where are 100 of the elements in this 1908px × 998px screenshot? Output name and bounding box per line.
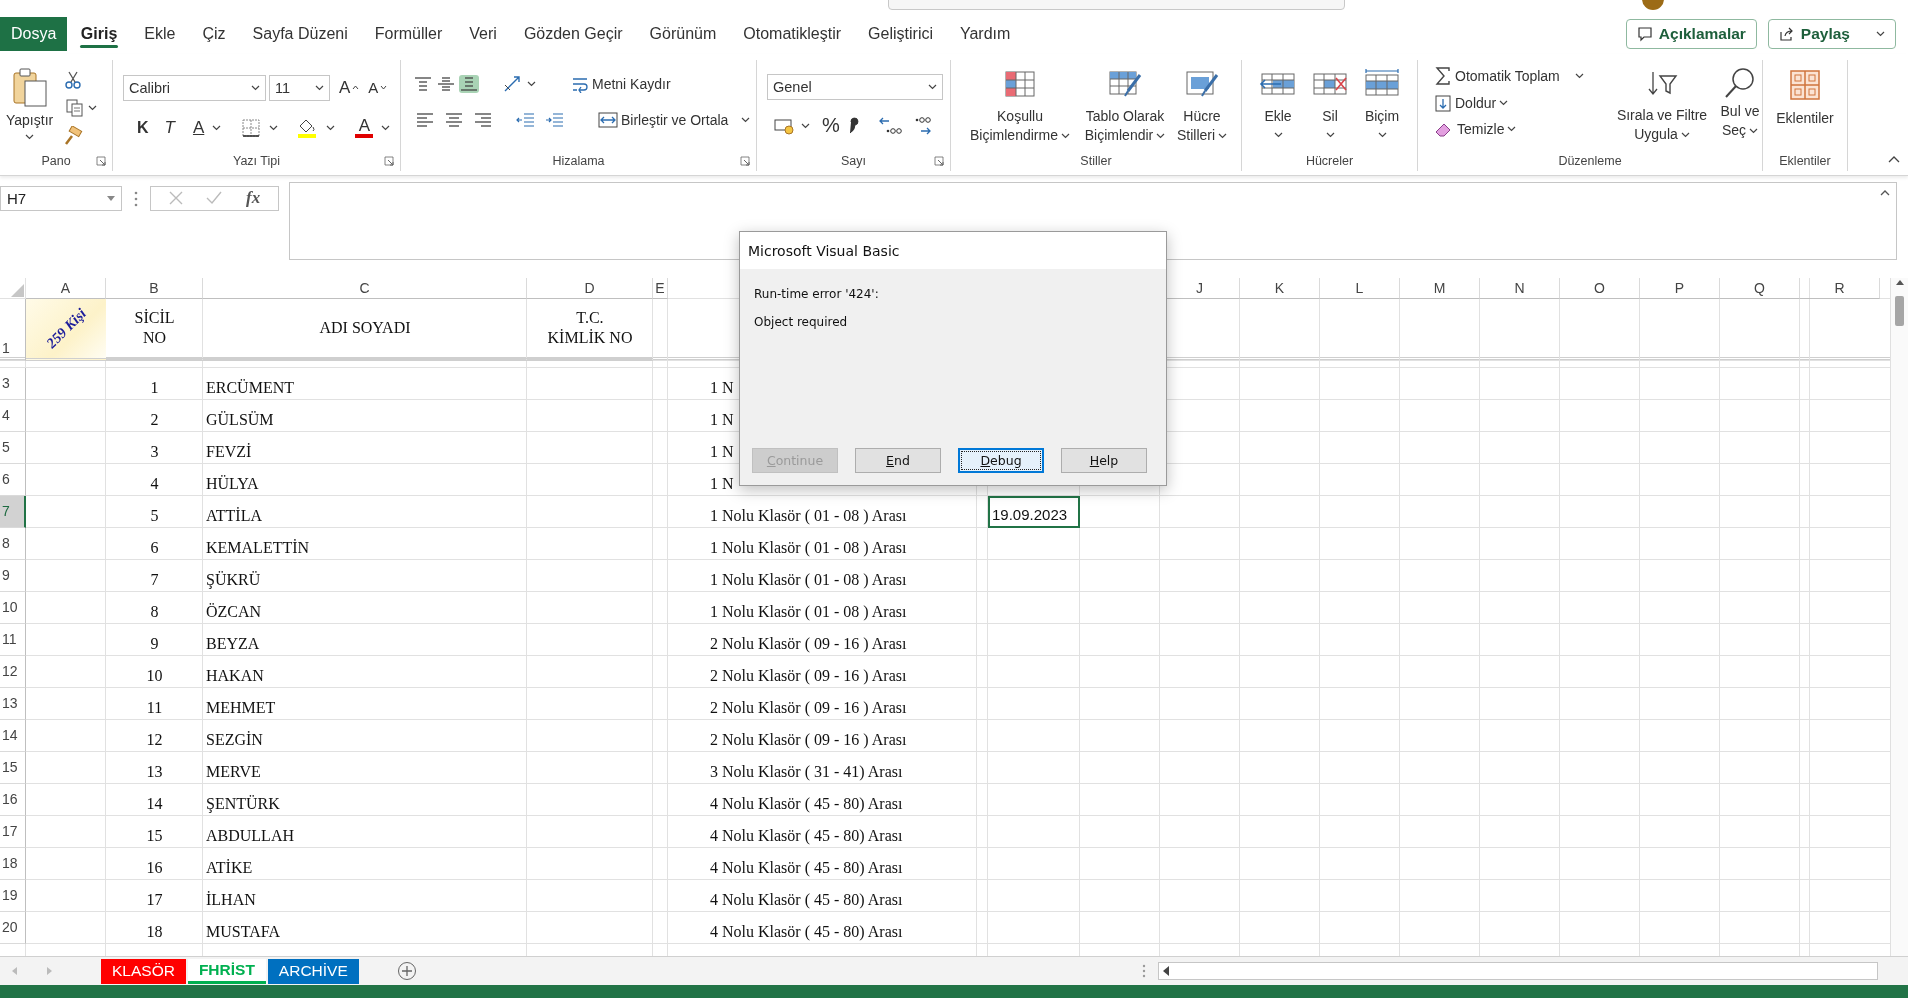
italic-button[interactable]: T (164, 117, 175, 138)
column-header[interactable]: Q (1720, 277, 1800, 299)
ribbon-tab[interactable]: Geliştirici (854, 16, 947, 51)
column-header[interactable]: C (203, 277, 527, 299)
find-select-button[interactable]: Bul ve Seç (1716, 63, 1764, 151)
caret-icon[interactable] (527, 80, 536, 87)
row-header[interactable]: 18 (0, 847, 26, 880)
caret-icon[interactable] (326, 124, 336, 131)
ribbon-tab[interactable]: Giriş (67, 16, 131, 51)
row-header[interactable]: 9 (0, 559, 26, 592)
conditional-format-button[interactable]: Koşullu Biçimlendirme (961, 67, 1079, 151)
expand-icon[interactable] (1880, 188, 1890, 196)
number-format-field[interactable]: Genel (767, 73, 943, 100)
dialog-button[interactable]: End (855, 448, 941, 473)
ribbon-tab[interactable]: Çiz (188, 16, 240, 51)
row-header[interactable]: 8 (0, 527, 26, 560)
increase-decimal-icon[interactable] (877, 115, 902, 136)
percent-button[interactable]: % (822, 114, 840, 138)
table-cell[interactable]: 19.09.2023 (988, 495, 1080, 528)
font-color-button[interactable]: A (355, 117, 374, 138)
splitter-icon[interactable] (1141, 964, 1146, 979)
caret-icon[interactable] (212, 124, 222, 131)
ribbon-tab[interactable]: Ekle (130, 16, 189, 51)
row-header[interactable]: 5 (0, 431, 26, 464)
row-header[interactable]: 20 (0, 911, 26, 944)
insert-button[interactable]: Ekle (1252, 67, 1304, 151)
ribbon-tab[interactable]: Yardım (946, 16, 1024, 51)
grow-font-button[interactable]: A (339, 77, 360, 98)
row-header[interactable]: 19 (0, 879, 26, 912)
paste-button[interactable]: Yapıştır (6, 65, 54, 151)
dialog-launcher-icon[interactable] (934, 155, 944, 166)
caret-icon[interactable] (88, 104, 98, 111)
row-header[interactable]: 15 (0, 751, 26, 784)
row-header[interactable]: 13 (0, 687, 26, 720)
dialog-button[interactable]: Help (1061, 448, 1147, 473)
ribbon-tab[interactable]: Sayfa Düzeni (239, 16, 362, 51)
file-tab[interactable]: Dosya (0, 16, 68, 51)
row-header[interactable]: 3 (0, 367, 26, 400)
dialog-button[interactable]: Debug (958, 448, 1044, 473)
sort-filter-button[interactable]: Sırala ve Filtre Uygula (1608, 63, 1716, 151)
column-header[interactable]: N (1480, 277, 1560, 299)
row-header[interactable]: 12 (0, 655, 26, 688)
ribbon-tab[interactable]: Formüller (361, 16, 456, 51)
borders-icon[interactable] (241, 117, 262, 138)
row-header[interactable]: 7 (0, 495, 26, 528)
column-header[interactable]: M (1400, 277, 1480, 299)
row-header[interactable]: 17 (0, 815, 26, 848)
column-header[interactable]: D (527, 277, 653, 299)
add-ins-button[interactable]: Eklentiler (1776, 67, 1834, 151)
font-size-field[interactable]: 11 (269, 74, 330, 101)
caret-icon[interactable] (381, 124, 391, 131)
caret-icon[interactable] (269, 124, 279, 131)
top-align-button[interactable] (413, 74, 433, 93)
shrink-font-button[interactable]: A (368, 79, 388, 97)
bold-button[interactable]: K (137, 118, 149, 137)
sheet-tab[interactable]: ARCHİVE (267, 958, 359, 984)
merge-center-button[interactable]: Birleştir ve Ortala (596, 108, 753, 131)
copy-icon[interactable] (65, 97, 86, 118)
column-header[interactable]: B (106, 277, 203, 299)
dialog-launcher-icon[interactable] (96, 155, 106, 166)
share-button[interactable]: Paylaş (1767, 18, 1896, 49)
horizontal-scrollbar[interactable] (1157, 962, 1878, 981)
delete-button[interactable]: Sil (1304, 67, 1356, 151)
row-header[interactable]: 10 (0, 591, 26, 624)
insert-function-button[interactable]: fx (246, 188, 261, 209)
column-header[interactable]: A (26, 277, 106, 299)
paintbrush-icon[interactable] (63, 125, 84, 146)
middle-align-button[interactable] (436, 74, 456, 93)
underline-button[interactable]: A (192, 117, 205, 138)
clear-button[interactable]: Temizle (1432, 117, 1608, 140)
vertical-scrollbar[interactable] (1890, 277, 1908, 957)
scissors-icon[interactable] (63, 69, 84, 90)
ribbon-tab[interactable]: Gözden Geçir (510, 16, 637, 51)
ribbon-tab[interactable]: Otomatikleştir (729, 16, 855, 51)
name-box[interactable]: H7 (0, 185, 122, 211)
column-header[interactable]: P (1640, 277, 1720, 299)
add-sheet-icon[interactable] (396, 961, 417, 982)
scrollbar-thumb[interactable] (1895, 295, 1904, 326)
format-button[interactable]: Biçim (1356, 67, 1408, 151)
row-header[interactable]: 11 (0, 623, 26, 656)
dialog-launcher-icon[interactable] (740, 155, 750, 166)
collapse-ribbon-icon[interactable] (1888, 154, 1900, 163)
autosum-button[interactable]: Otomatik Toplam (1432, 63, 1608, 88)
row-header[interactable]: 6 (0, 463, 26, 496)
cell-styles-button[interactable]: Hücre Stilleri (1171, 67, 1233, 151)
row-header[interactable]: 16 (0, 783, 26, 816)
column-header[interactable]: R (1800, 277, 1880, 299)
comments-button[interactable]: Açıklamalar (1625, 18, 1757, 49)
column-header[interactable]: E (653, 277, 668, 299)
caret-icon[interactable] (801, 122, 810, 129)
dialog-launcher-icon[interactable] (384, 155, 394, 166)
fill-button[interactable]: Doldur (1432, 90, 1608, 115)
format-table-button[interactable]: Tablo Olarak Biçimlendir (1079, 67, 1171, 151)
column-header[interactable]: O (1560, 277, 1640, 299)
font-name-field[interactable]: Calibri (123, 74, 266, 101)
ribbon-tab[interactable]: Görünüm (636, 16, 730, 51)
sheet-tab[interactable]: KLASÖR (101, 958, 186, 984)
row-header[interactable]: 14 (0, 719, 26, 752)
column-header[interactable]: K (1240, 277, 1320, 299)
ribbon-tab[interactable]: Veri (455, 16, 511, 51)
